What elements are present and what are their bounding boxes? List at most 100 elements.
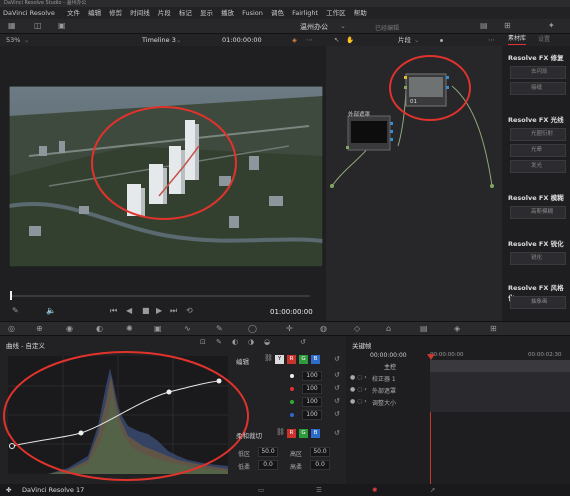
low-value[interactable]: 50.0 xyxy=(258,447,278,457)
viewer-options-icon[interactable]: ⋯ xyxy=(306,34,313,46)
node-options-icon[interactable]: ⋯ xyxy=(488,34,495,46)
app-menu[interactable]: DaVinci Resolve xyxy=(3,9,55,17)
fx-deflicker-button[interactable]: 去闪烁 xyxy=(510,66,566,79)
menu-item-edit[interactable]: 编辑 xyxy=(88,9,101,17)
page-deliver-icon[interactable]: ➚ xyxy=(430,484,435,496)
kf-row-resize-icons[interactable]: ● ◌ › xyxy=(350,398,367,405)
keyframes-toggle-icon[interactable]: ⊞ xyxy=(490,325,497,333)
node-1-label[interactable]: 01 xyxy=(410,99,417,105)
scrubber-track[interactable] xyxy=(10,295,310,297)
fx-abstract-button[interactable]: 抽象画 xyxy=(510,296,566,309)
menu-item-view[interactable]: 显示 xyxy=(200,9,213,17)
color-wheels-icon[interactable]: ◉ xyxy=(66,325,73,333)
soft-clip-g-chip[interactable]: G xyxy=(299,429,308,438)
curves-hue-icon[interactable]: ◐ xyxy=(232,339,238,346)
playhead[interactable] xyxy=(10,291,12,300)
skip-start-icon[interactable]: ⏮ xyxy=(110,307,117,315)
menu-item-timeline[interactable]: 时间线 xyxy=(130,9,150,17)
page-color-icon[interactable]: ✺ xyxy=(372,484,377,496)
menu-item-clip[interactable]: 片段 xyxy=(158,9,171,17)
fx-gaussian-button[interactable]: 高斯模糊 xyxy=(510,206,566,219)
gallery-icon[interactable]: ▣ xyxy=(58,22,66,30)
step-back-icon[interactable]: ◀ xyxy=(126,307,132,315)
menu-item-color[interactable]: 调色 xyxy=(271,9,284,17)
lut-icon[interactable]: ◫ xyxy=(34,22,42,30)
kf-row-corrector1-icons[interactable]: ● ◌ › xyxy=(350,374,367,381)
tab-settings[interactable]: 设置 xyxy=(538,34,550,46)
menu-item-file[interactable]: 文件 xyxy=(67,9,80,17)
window-icon[interactable]: ◯ xyxy=(248,325,257,333)
r-reset-icon[interactable]: ↺ xyxy=(334,385,340,392)
fx-aperture-button[interactable]: 光圈衍射 xyxy=(510,128,566,141)
clip-mode-label[interactable]: 片段 xyxy=(398,34,411,46)
b-value[interactable]: 100 xyxy=(302,410,322,420)
g-value[interactable]: 100 xyxy=(302,397,322,407)
camera-raw-icon[interactable]: ◎ xyxy=(8,325,15,333)
color-picker-icon[interactable]: ✎ xyxy=(12,307,19,315)
zoom-dropdown-icon[interactable]: ⌄ xyxy=(24,34,29,46)
pointer-icon[interactable]: ↖ xyxy=(334,34,339,46)
3d-icon[interactable]: ◈ xyxy=(454,325,460,333)
edit-reset-icon[interactable]: ↺ xyxy=(334,356,340,363)
r-value[interactable]: 100 xyxy=(302,384,322,394)
color-match-icon[interactable]: ⊕ xyxy=(36,325,43,333)
soft-clip-r-chip[interactable]: R xyxy=(287,429,296,438)
loop-icon[interactable]: ⟲ xyxy=(186,307,193,315)
magic-mask-icon[interactable]: ◍ xyxy=(320,325,327,333)
kf-row-resize[interactable]: 调整大小 xyxy=(372,398,396,407)
hand-icon[interactable]: ✋ xyxy=(346,34,354,46)
rgb-mixer-icon[interactable]: ◐ xyxy=(96,325,103,333)
clips-icon[interactable]: ▤ xyxy=(480,22,488,30)
curves-mode-icon[interactable]: ⊡ xyxy=(200,339,206,346)
clip-mode-dropdown-icon[interactable]: ⌄ xyxy=(414,34,419,46)
zoom-level[interactable]: 53% xyxy=(6,34,20,46)
skip-end-icon[interactable]: ⏭ xyxy=(170,307,177,315)
wipe-icon[interactable]: ◈ xyxy=(292,34,297,46)
b-reset-icon[interactable]: ↺ xyxy=(334,411,340,418)
curves-sat-icon[interactable]: ◑ xyxy=(248,339,254,346)
hdr-icon[interactable]: ▣ xyxy=(154,325,162,333)
menu-item-playback[interactable]: 播放 xyxy=(221,9,234,17)
soft-clip-reset-icon[interactable]: ↺ xyxy=(334,430,340,437)
fx-sharpen-button[interactable]: 锐化 xyxy=(510,252,566,265)
play-icon[interactable]: ▶ xyxy=(156,307,162,315)
effects-icon[interactable]: ✦ xyxy=(548,22,555,30)
link-icon[interactable]: ⛓ xyxy=(264,355,273,362)
tracker-icon[interactable]: ✛ xyxy=(286,325,293,333)
motion-effects-icon[interactable]: ✺ xyxy=(126,325,133,333)
blur-icon[interactable]: ◇ xyxy=(354,325,360,333)
timeline-dropdown-icon[interactable]: ⌄ xyxy=(176,34,181,46)
stop-icon[interactable]: ■ xyxy=(142,307,150,315)
tab-library[interactable]: 素材库 xyxy=(508,34,527,45)
curves-icon[interactable]: ∿ xyxy=(184,325,191,333)
menu-item-workspace[interactable]: 工作区 xyxy=(326,9,346,17)
curves-reset-icon[interactable]: ↺ xyxy=(300,339,306,346)
menu-item-trim[interactable]: 修剪 xyxy=(109,9,122,17)
fx-seam-button[interactable]: 接缝 xyxy=(510,82,566,95)
kf-row-mask-icons[interactable]: ● ◌ › xyxy=(350,386,367,393)
soft-clip-link-icon[interactable]: ⛓ xyxy=(276,429,285,436)
channel-r-chip[interactable]: R xyxy=(287,355,296,364)
low-soft-value[interactable]: 0.0 xyxy=(258,460,278,470)
fx-glow-button[interactable]: 发光 xyxy=(510,160,566,173)
timeline-name[interactable]: Timeline 3 xyxy=(142,34,176,46)
sizing-icon[interactable]: ▤ xyxy=(420,325,428,333)
key-icon[interactable]: ⌂ xyxy=(386,325,391,333)
high-soft-value[interactable]: 0.0 xyxy=(310,460,330,470)
menu-item-fusion[interactable]: Fusion xyxy=(242,9,263,17)
g-reset-icon[interactable]: ↺ xyxy=(334,398,340,405)
nodes-icon[interactable]: ⊞ xyxy=(504,22,511,30)
y-reset-icon[interactable]: ↺ xyxy=(334,372,340,379)
menu-item-help[interactable]: 帮助 xyxy=(354,9,367,17)
media-pool-icon[interactable]: ▦ xyxy=(8,22,16,30)
menu-item-fairlight[interactable]: Fairlight xyxy=(292,9,318,17)
page-edit-icon[interactable]: ☰ xyxy=(316,484,322,496)
volume-icon[interactable]: 🔈 xyxy=(46,307,56,315)
zoom-slider-handle[interactable] xyxy=(440,39,443,42)
page-media-icon[interactable]: ▭ xyxy=(258,484,264,496)
kf-row-master[interactable]: 主控 xyxy=(384,362,396,371)
channel-b-chip[interactable]: B xyxy=(311,355,320,364)
channel-g-chip[interactable]: G xyxy=(299,355,308,364)
menu-item-mark[interactable]: 标记 xyxy=(179,9,192,17)
kf-row-corrector1[interactable]: 校正器 1 xyxy=(372,374,396,383)
